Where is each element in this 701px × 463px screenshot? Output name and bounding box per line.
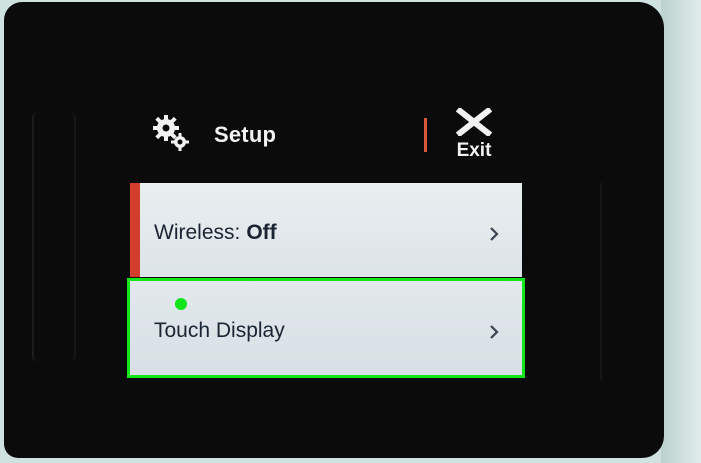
touch-point-marker	[175, 298, 187, 310]
page-title: Setup	[214, 122, 277, 147]
menu-item-wireless[interactable]: Wireless: Off	[130, 183, 522, 277]
setup-header: Setup Exit	[122, 90, 542, 180]
chevron-right-icon	[490, 227, 499, 241]
chevron-right-icon	[490, 325, 499, 339]
menu-item-touch-display[interactable]: Touch Display	[127, 278, 525, 378]
exit-label: Exit	[456, 140, 492, 161]
background-surface	[661, 0, 701, 463]
exit-button[interactable]: Exit	[448, 104, 500, 166]
touch-screen: Setup Exit Wireless: Off Touch Display	[122, 90, 542, 390]
close-icon	[456, 108, 492, 136]
header-divider	[424, 118, 427, 152]
device-bezel-right	[600, 182, 616, 382]
wireless-label: Wireless:	[154, 221, 241, 244]
wireless-value: Off	[246, 221, 277, 244]
device-bezel-left	[32, 112, 76, 362]
touch-display-label: Touch Display	[154, 319, 285, 342]
wireless-label-text: Wireless: Off	[154, 221, 277, 245]
camera-device: Setup Exit Wireless: Off Touch Display	[4, 2, 664, 458]
gear-icon	[153, 115, 189, 151]
